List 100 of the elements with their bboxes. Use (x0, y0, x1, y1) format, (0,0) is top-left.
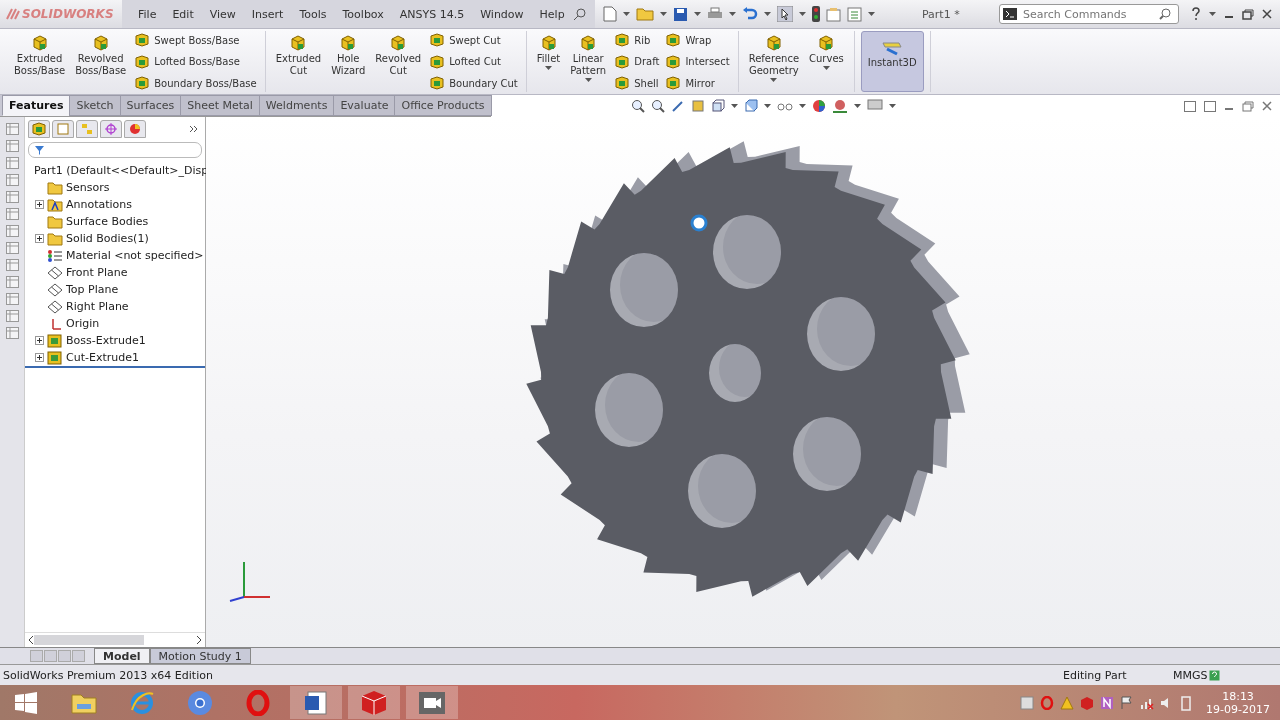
ribbon-button[interactable]: Extruded Cut (271, 31, 326, 92)
ribbon-button[interactable]: Lofted Cut (427, 52, 520, 71)
battery-icon[interactable] (1180, 694, 1193, 711)
ribbon-button[interactable]: Intersect (663, 52, 732, 71)
warning-icon[interactable] (1060, 695, 1075, 710)
ribbon-button[interactable]: Boundary Cut (427, 74, 520, 92)
ribbon-button[interactable]: Mirror (663, 74, 732, 92)
caret-icon[interactable] (770, 78, 778, 82)
new-document-icon[interactable] (602, 6, 617, 22)
search-input[interactable]: Search Commands (1021, 6, 1155, 22)
appearance-icon[interactable] (811, 99, 826, 113)
ribbon-button[interactable]: Wrap (663, 31, 732, 49)
tree-item[interactable]: Material <not specified> (31, 247, 205, 264)
model-tab[interactable]: Model (94, 648, 150, 664)
flag-icon[interactable] (1120, 695, 1135, 710)
feature-tree-tab[interactable] (28, 120, 50, 138)
filter-field[interactable] (28, 142, 202, 158)
tree-item[interactable]: Front Plane (31, 264, 205, 281)
grid-icon[interactable] (5, 157, 19, 169)
ribbon-button[interactable]: Curves (805, 31, 848, 92)
instant3d-button[interactable]: Instant3D (860, 31, 924, 92)
view-orientation-icon[interactable] (710, 99, 725, 113)
menu-item[interactable]: Help (531, 7, 573, 21)
menu-item[interactable]: Insert (243, 7, 292, 21)
zoom-icon[interactable] (650, 99, 665, 113)
ribbon-button[interactable]: Boundary Boss/Base (132, 74, 259, 92)
ribbon-button[interactable]: Rib (612, 31, 662, 49)
expand-icon[interactable] (35, 200, 44, 209)
ribbon-button[interactable]: Draft (612, 52, 662, 71)
tree-item[interactable]: Annotations (31, 196, 205, 213)
tree-item[interactable]: Top Plane (31, 281, 205, 298)
grid-icon[interactable] (5, 259, 19, 271)
ribbon-button[interactable]: Fillet (532, 31, 565, 92)
caret-icon[interactable] (545, 66, 552, 70)
grid-icon[interactable] (5, 208, 19, 220)
menu-item[interactable]: ANSYS 14.5 (391, 7, 473, 21)
expand-icon[interactable] (35, 353, 44, 362)
display-tab[interactable] (124, 120, 146, 138)
section-view-icon[interactable] (690, 99, 705, 113)
display-style-icon[interactable] (743, 99, 758, 113)
expand-icon[interactable] (35, 336, 44, 345)
tree-item[interactable]: Cut-Extrude1 (31, 349, 205, 366)
ribbon-tab[interactable]: Sketch (69, 95, 121, 116)
ribbon-button[interactable]: Revolved Cut (371, 31, 426, 92)
grid-icon[interactable] (5, 310, 19, 322)
menu-item[interactable]: Tools (291, 7, 335, 21)
help-icon[interactable] (1191, 7, 1201, 21)
ribbon-tab[interactable]: Surfaces (119, 95, 182, 116)
clock-time[interactable]: 18:13 (1222, 689, 1254, 703)
ribbon-tab[interactable]: Office Products (394, 95, 492, 116)
tray-icon[interactable] (1020, 695, 1035, 710)
save-icon[interactable] (672, 6, 688, 22)
ribbon-button[interactable]: Lofted Boss/Base (132, 52, 259, 71)
tree-item[interactable]: Solid Bodies(1) (31, 230, 205, 247)
zoom-icon[interactable] (630, 99, 645, 113)
menu-item[interactable]: Window (472, 7, 532, 21)
tree-item[interactable]: Origin (31, 315, 205, 332)
ribbon-button[interactable]: Shell (612, 74, 662, 92)
grid-icon[interactable] (5, 242, 19, 254)
monitor-icon[interactable] (866, 99, 883, 113)
units-text[interactable]: MMGS (1173, 668, 1208, 682)
ribbon-tab[interactable]: Sheet Metal (180, 95, 260, 116)
clock-date[interactable]: 19-09-2017 (1206, 702, 1270, 716)
cursor-icon[interactable] (776, 6, 793, 22)
ribbon-tab[interactable]: Evaluate (333, 95, 396, 116)
undo-icon[interactable] (741, 7, 758, 21)
tree-item[interactable]: Boss-Extrude1 (31, 332, 205, 349)
notebook-icon[interactable] (1100, 695, 1115, 710)
tree-item[interactable]: Part1 (Default<<Default>_Disp (31, 162, 205, 179)
ribbon-button[interactable]: Swept Cut (427, 31, 520, 49)
scroll-right-icon[interactable] (196, 636, 202, 644)
close-icon[interactable] (1262, 100, 1272, 111)
grid-icon[interactable] (5, 327, 19, 339)
menu-item[interactable]: Toolbox (334, 7, 392, 21)
search-icon[interactable] (1159, 8, 1171, 20)
property-tab[interactable] (52, 120, 74, 138)
grid-icon[interactable] (5, 140, 19, 152)
close-icon[interactable] (1262, 9, 1272, 19)
grid-icon[interactable] (5, 276, 19, 288)
ribbon-button[interactable]: Reference Geometry (744, 31, 804, 92)
grid-icon[interactable] (5, 191, 19, 203)
menu-item[interactable]: Edit (164, 7, 202, 21)
dimxpert-tab[interactable] (100, 120, 122, 138)
scroll-left-icon[interactable] (28, 636, 34, 644)
menu-item[interactable]: View (201, 7, 244, 21)
restore-icon[interactable] (1242, 8, 1254, 20)
ribbon-button[interactable]: Linear Pattern (566, 31, 611, 92)
search-field[interactable]: Search Commands (999, 4, 1179, 24)
ribbon-button[interactable]: Revolved Boss/Base (71, 31, 131, 92)
caret-icon[interactable] (822, 66, 830, 70)
expand-icon[interactable] (35, 234, 44, 243)
tree-item[interactable]: Surface Bodies (31, 213, 205, 230)
file-properties-icon[interactable] (825, 6, 841, 22)
tree-item[interactable]: Right Plane (31, 298, 205, 315)
configuration-tab[interactable] (76, 120, 98, 138)
ribbon-tab[interactable]: Features (2, 95, 71, 116)
ribbon-button[interactable]: Swept Boss/Base (132, 31, 259, 49)
menu-item[interactable]: File (130, 7, 165, 21)
tile-icon[interactable] (1204, 100, 1216, 112)
ribbon-button[interactable]: Extruded Boss/Base (10, 31, 70, 92)
